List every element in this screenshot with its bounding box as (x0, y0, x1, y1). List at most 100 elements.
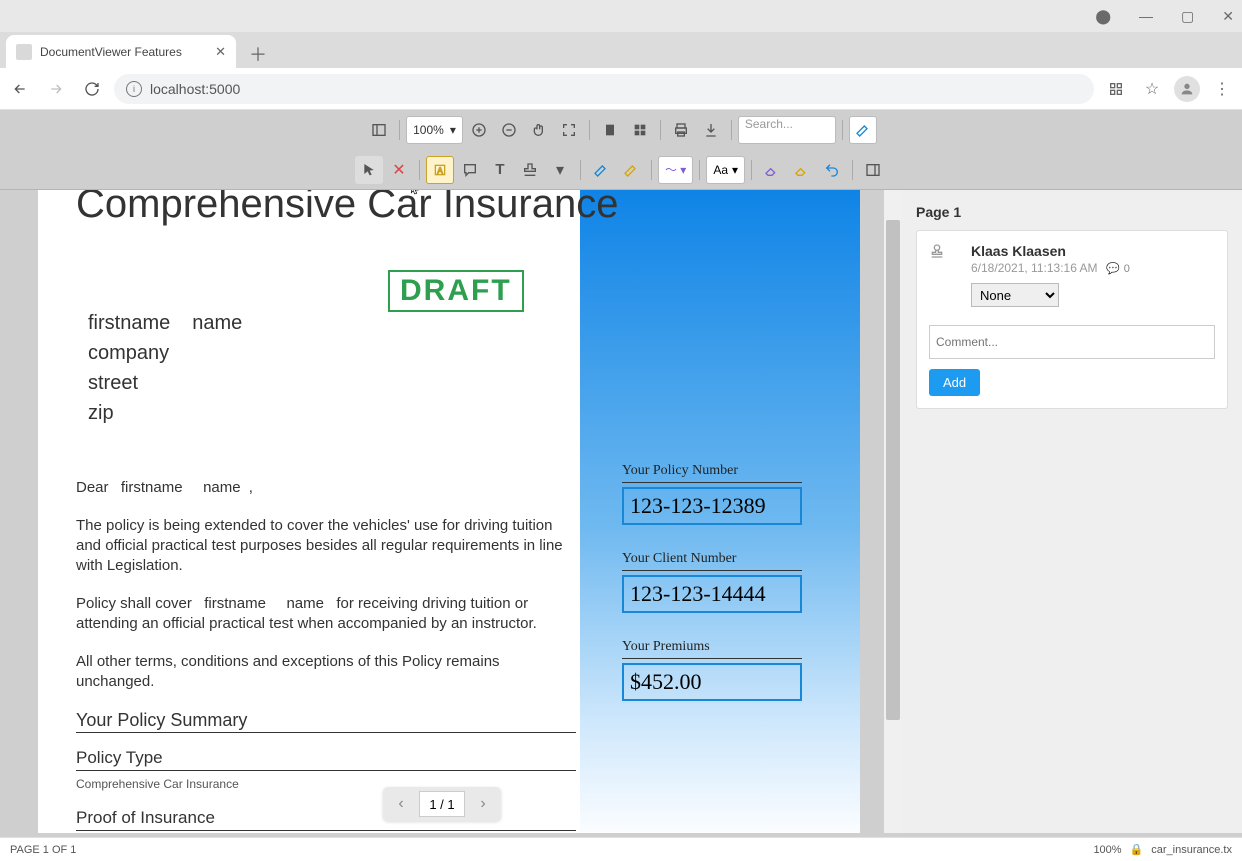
svg-text:A: A (437, 166, 443, 175)
site-info-icon[interactable]: i (126, 81, 142, 97)
favicon-icon (16, 44, 32, 60)
stamp-dropdown[interactable]: ▾ (546, 156, 574, 184)
client-number-value: 123-123-14444 (622, 575, 802, 613)
document-area[interactable]: Comprehensive Car Insurance DRAFT firstn… (0, 190, 884, 833)
zoom-in-button[interactable] (465, 116, 493, 144)
window-titlebar: ⬤ — ▢ ✕ (0, 0, 1242, 32)
address-input[interactable]: i localhost:5000 (114, 74, 1094, 104)
comment-input[interactable] (929, 325, 1215, 359)
body-text: Dear firstname name , The policy is bein… (76, 478, 576, 833)
field-street: street (88, 368, 242, 398)
scrollbar-thumb[interactable] (886, 220, 900, 720)
page-indicator[interactable]: 1 / 1 (419, 791, 465, 817)
sidebar-toggle-button[interactable] (365, 116, 393, 144)
policy-number-value: 123-123-12389 (622, 487, 802, 525)
client-number-label: Your Client Number (622, 551, 802, 571)
status-filename: car_insurance.tx (1151, 844, 1232, 856)
line-style-select[interactable]: 〜 ▾ (658, 156, 693, 184)
annotation-card: Klaas Klaasen 6/18/2021, 11:13:16 AM 💬0 … (916, 230, 1228, 409)
browser-tab[interactable]: DocumentViewer Features ✕ (6, 35, 236, 68)
field-name: name (192, 308, 242, 338)
viewer-toolbar-2: ✕ A T ▾ 〜 ▾ Aa ▾ (0, 150, 1242, 190)
font-select[interactable]: Aa ▾ (706, 156, 745, 184)
document-viewer: 100%▾ Search... ✕ A T ▾ 〜 ▾ Aa ▾ (0, 110, 1242, 861)
next-page-button[interactable]: › (465, 787, 501, 821)
pan-button[interactable] (525, 116, 553, 144)
chevron-down-icon: ▾ (450, 123, 456, 137)
prev-page-button[interactable]: ‹ (383, 787, 419, 821)
status-bar: PAGE 1 OF 1 100% 🔒 car_insurance.tx (0, 837, 1242, 861)
search-input[interactable]: Search... (738, 116, 836, 144)
policy-info-column: Your Policy Number 123-123-12389 Your Cl… (622, 463, 802, 727)
annotation-date: 6/18/2021, 11:13:16 AM (971, 261, 1098, 275)
paragraph-1: The policy is being extended to cover th… (76, 516, 576, 576)
proof-heading: Proof of Insurance (76, 808, 576, 831)
ink-tool-blue-button[interactable] (587, 156, 615, 184)
profile-avatar[interactable] (1174, 76, 1200, 102)
tab-close-button[interactable]: ✕ (215, 44, 226, 60)
summary-heading: Your Policy Summary (76, 710, 576, 733)
document-title: Comprehensive Car Insurance (76, 190, 618, 227)
extensions-icon[interactable] (1102, 75, 1130, 103)
eraser-button[interactable] (758, 156, 786, 184)
annotations-panel-button[interactable] (859, 156, 887, 184)
add-comment-button[interactable]: Add (929, 369, 980, 396)
minimize-button[interactable]: — (1139, 8, 1153, 24)
pointer-tool-button[interactable] (355, 156, 383, 184)
stamp-tool-button[interactable] (516, 156, 544, 184)
field-zip: zip (88, 398, 242, 428)
address-bar: i localhost:5000 ☆ ⋮ (0, 68, 1242, 110)
clear-all-button[interactable] (788, 156, 816, 184)
status-page: PAGE 1 OF 1 (10, 844, 76, 856)
incognito-icon: ⬤ (1095, 8, 1111, 25)
url-text: localhost:5000 (150, 81, 240, 97)
lock-icon: 🔒 (1130, 843, 1144, 856)
policy-number-label: Your Policy Number (622, 463, 802, 483)
grid-view-button[interactable] (626, 116, 654, 144)
premiums-label: Your Premiums (622, 639, 802, 659)
print-button[interactable] (667, 116, 695, 144)
undo-button[interactable] (818, 156, 846, 184)
fullscreen-button[interactable] (555, 116, 583, 144)
zoom-out-button[interactable] (495, 116, 523, 144)
text-tool-button[interactable]: T (486, 156, 514, 184)
browser-tabstrip: DocumentViewer Features ✕ ＋ (0, 32, 1242, 68)
document-page: Comprehensive Car Insurance DRAFT firstn… (38, 190, 860, 833)
maximize-button[interactable]: ▢ (1181, 8, 1194, 25)
delete-annotation-button[interactable]: ✕ (385, 156, 413, 184)
policy-type-value: Comprehensive Car Insurance (76, 774, 576, 794)
annotations-sidebar: Page 1 Klaas Klaasen 6/18/2021, 11:13:16… (902, 190, 1242, 833)
paragraph-3: All other terms, conditions and exceptio… (76, 652, 576, 692)
new-tab-button[interactable]: ＋ (244, 40, 272, 68)
edit-annotations-button[interactable] (849, 116, 877, 144)
forward-button[interactable] (42, 75, 70, 103)
ink-tool-yellow-button[interactable] (617, 156, 645, 184)
viewer-toolbar-1: 100%▾ Search... (0, 110, 1242, 150)
annotation-status-select[interactable]: None (971, 283, 1059, 307)
comment-count: 0 (1124, 263, 1130, 275)
status-zoom: 100% (1093, 844, 1121, 856)
reload-button[interactable] (78, 75, 106, 103)
sidebar-page-label: Page 1 (916, 204, 1228, 220)
annotation-author: Klaas Klaasen (971, 243, 1130, 259)
highlight-tool-button[interactable]: A (426, 156, 454, 184)
stamp-icon (929, 243, 961, 275)
vertical-scrollbar[interactable] (884, 190, 902, 833)
comment-tool-button[interactable] (456, 156, 484, 184)
zoom-select[interactable]: 100%▾ (406, 116, 463, 144)
browser-menu-button[interactable]: ⋮ (1208, 75, 1236, 103)
address-fields: firstname name company street zip (88, 308, 242, 428)
back-button[interactable] (6, 75, 34, 103)
field-company: company (88, 338, 242, 368)
comment-icon: 💬 (1106, 263, 1120, 275)
workspace: Comprehensive Car Insurance DRAFT firstn… (0, 190, 1242, 833)
bookmark-icon[interactable]: ☆ (1138, 75, 1166, 103)
paragraph-2: Policy shall cover firstname name for re… (76, 594, 576, 634)
close-window-button[interactable]: ✕ (1222, 8, 1234, 25)
page-navigator: ‹ 1 / 1 › (383, 787, 501, 821)
download-button[interactable] (697, 116, 725, 144)
policy-type-heading: Policy Type (76, 748, 576, 771)
single-page-button[interactable] (596, 116, 624, 144)
field-firstname: firstname (88, 308, 170, 338)
draft-stamp[interactable]: DRAFT (388, 270, 524, 312)
